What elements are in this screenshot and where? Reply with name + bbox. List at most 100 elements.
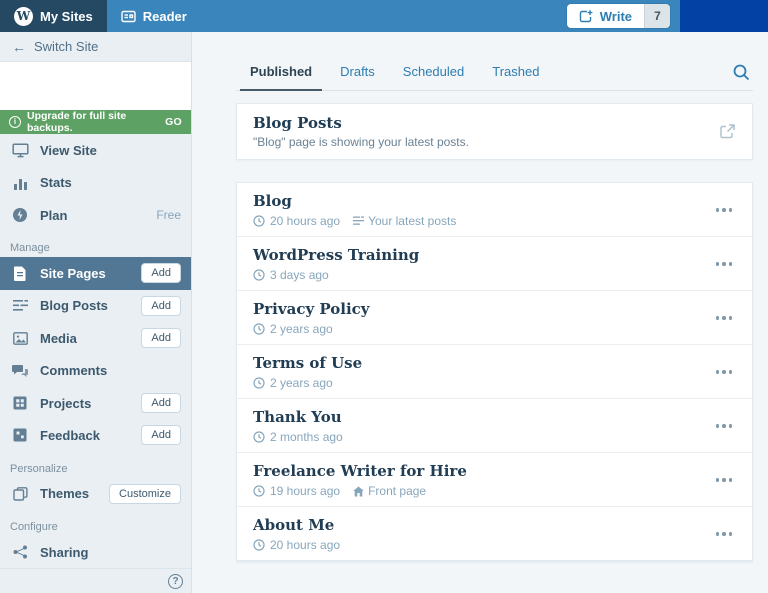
upgrade-banner[interactable]: i Upgrade for full site backups. GO xyxy=(0,109,191,135)
sidebar-item-label: Themes xyxy=(40,486,90,502)
page-actions-menu[interactable] xyxy=(712,526,737,542)
media-icon xyxy=(10,331,30,345)
page-actions-menu[interactable] xyxy=(712,202,737,218)
site-preview xyxy=(0,62,191,110)
main-content: Published Drafts Scheduled Trashed Blog … xyxy=(192,32,768,593)
sidebar-item-projects[interactable]: Projects Add xyxy=(0,387,191,419)
sidebar-item-label: Projects xyxy=(40,395,92,411)
sidebar-item-feedback[interactable]: Feedback Add xyxy=(0,419,191,451)
section-nav: Published Drafts Scheduled Trashed xyxy=(236,56,753,91)
page-row-freelance-writer[interactable]: Freelance Writer for Hire 19 hours ago F… xyxy=(237,453,752,507)
section-label-configure: Configure xyxy=(10,521,58,534)
page-row-about-me[interactable]: About Me 20 hours ago xyxy=(237,507,752,561)
add-feedback-button[interactable]: Add xyxy=(141,425,181,446)
page-title: Thank You xyxy=(253,408,342,426)
latest-posts-icon xyxy=(353,216,365,226)
switch-site-button[interactable]: ← Switch Site xyxy=(0,32,191,63)
sidebar-item-label: Feedback xyxy=(40,427,100,443)
sidebar-item-label: Comments xyxy=(40,363,108,379)
sidebar-item-label: Blog Posts xyxy=(40,298,108,314)
write-button[interactable]: Write xyxy=(566,4,644,28)
tab-published[interactable]: Published xyxy=(236,56,326,91)
page-time: 20 hours ago xyxy=(270,214,341,228)
wordpress-admin: W My Sites Reader Write 7 ← Switch Site … xyxy=(0,0,768,593)
clock-icon xyxy=(253,377,265,389)
page-row-privacy-policy[interactable]: Privacy Policy 2 years ago xyxy=(237,291,752,345)
page-title: About Me xyxy=(253,516,335,534)
page-extra-label: Front page xyxy=(368,484,427,498)
monitor-icon xyxy=(10,143,30,158)
home-icon xyxy=(353,486,364,497)
customize-button[interactable]: Customize xyxy=(109,483,181,504)
upgrade-banner-text: Upgrade for full site backups. xyxy=(27,109,127,134)
sidebar: ← Switch Site i Upgrade for full site ba… xyxy=(0,32,192,593)
sidebar-item-site-pages[interactable]: Site Pages Add xyxy=(0,257,191,290)
page-actions-menu[interactable] xyxy=(712,418,737,434)
add-project-button[interactable]: Add xyxy=(141,393,181,414)
notification-count-badge[interactable]: 7 xyxy=(644,4,670,28)
page-extra-label: Your latest posts xyxy=(368,214,457,228)
page-time: 19 hours ago xyxy=(270,484,341,498)
sidebar-item-sharing[interactable]: Sharing xyxy=(0,536,191,568)
my-sites-tab[interactable]: W My Sites xyxy=(0,0,107,32)
reader-tab[interactable]: Reader xyxy=(107,0,201,32)
tab-drafts[interactable]: Drafts xyxy=(326,56,389,90)
sidebar-item-media[interactable]: Media Add xyxy=(0,322,191,354)
page-title: Blog xyxy=(253,192,292,210)
add-page-button[interactable]: Add xyxy=(141,263,181,284)
external-link-icon[interactable] xyxy=(719,123,736,140)
add-post-button[interactable]: Add xyxy=(141,295,181,316)
my-sites-label: My Sites xyxy=(40,8,93,24)
section-label-personalize: Personalize xyxy=(10,462,68,475)
wordpress-logo-icon: W xyxy=(14,6,33,26)
page-actions-menu[interactable] xyxy=(712,256,737,272)
add-media-button[interactable]: Add xyxy=(141,328,181,349)
reader-icon xyxy=(121,10,136,23)
comments-icon xyxy=(10,364,30,378)
page-title: Privacy Policy xyxy=(253,300,370,318)
sidebar-item-blog-posts[interactable]: Blog Posts Add xyxy=(0,290,191,322)
new-post-icon xyxy=(579,9,594,24)
page-row-thank-you[interactable]: Thank You 2 months ago xyxy=(237,399,752,453)
sidebar-item-view-site[interactable]: View Site xyxy=(0,134,191,166)
help-icon[interactable]: ? xyxy=(168,573,183,589)
sidebar-item-label: Plan xyxy=(40,207,68,223)
search-icon xyxy=(732,63,751,82)
pages-list: Blog 20 hours ago Your latest posts Word… xyxy=(236,182,753,562)
info-card-description: "Blog" page is showing your latest posts… xyxy=(253,135,469,149)
feedback-icon xyxy=(10,428,30,442)
page-row-blog[interactable]: Blog 20 hours ago Your latest posts xyxy=(237,183,752,237)
sidebar-item-plan[interactable]: Plan Free xyxy=(0,199,191,231)
info-icon: i xyxy=(9,115,21,128)
page-row-terms-of-use[interactable]: Terms of Use 2 years ago xyxy=(237,345,752,399)
masterbar: W My Sites Reader Write 7 xyxy=(0,0,768,32)
sidebar-item-label: Site Pages xyxy=(40,265,106,281)
tab-scheduled[interactable]: Scheduled xyxy=(389,56,478,90)
sidebar-item-stats[interactable]: Stats xyxy=(0,167,191,199)
page-time: 2 years ago xyxy=(270,322,333,336)
clock-icon xyxy=(253,485,265,497)
page-actions-menu[interactable] xyxy=(712,310,737,326)
sidebar-item-label: Sharing xyxy=(40,544,89,560)
upgrade-go-button[interactable]: GO xyxy=(165,116,182,128)
pages-icon xyxy=(10,266,30,281)
page-row-wordpress-training[interactable]: WordPress Training 3 days ago xyxy=(237,237,752,291)
clock-icon xyxy=(253,539,265,551)
page-time: 2 months ago xyxy=(270,430,343,444)
page-title: Terms of Use xyxy=(253,354,363,372)
sidebar-item-themes[interactable]: Themes Customize xyxy=(0,478,191,510)
share-icon xyxy=(10,545,30,559)
plan-icon xyxy=(10,207,30,223)
tab-trashed[interactable]: Trashed xyxy=(478,56,553,90)
sidebar-item-comments[interactable]: Comments xyxy=(0,354,191,386)
search-button[interactable] xyxy=(730,59,753,90)
blog-posts-info-card[interactable]: Blog Posts "Blog" page is showing your l… xyxy=(236,103,753,160)
page-actions-menu[interactable] xyxy=(712,364,737,380)
page-time: 20 hours ago xyxy=(270,538,341,552)
plan-badge: Free xyxy=(156,208,181,223)
page-actions-menu[interactable] xyxy=(712,472,737,488)
clock-icon xyxy=(253,431,265,443)
info-card-title: Blog Posts xyxy=(253,114,342,132)
clock-icon xyxy=(253,269,265,281)
switch-site-label: Switch Site xyxy=(34,39,99,55)
